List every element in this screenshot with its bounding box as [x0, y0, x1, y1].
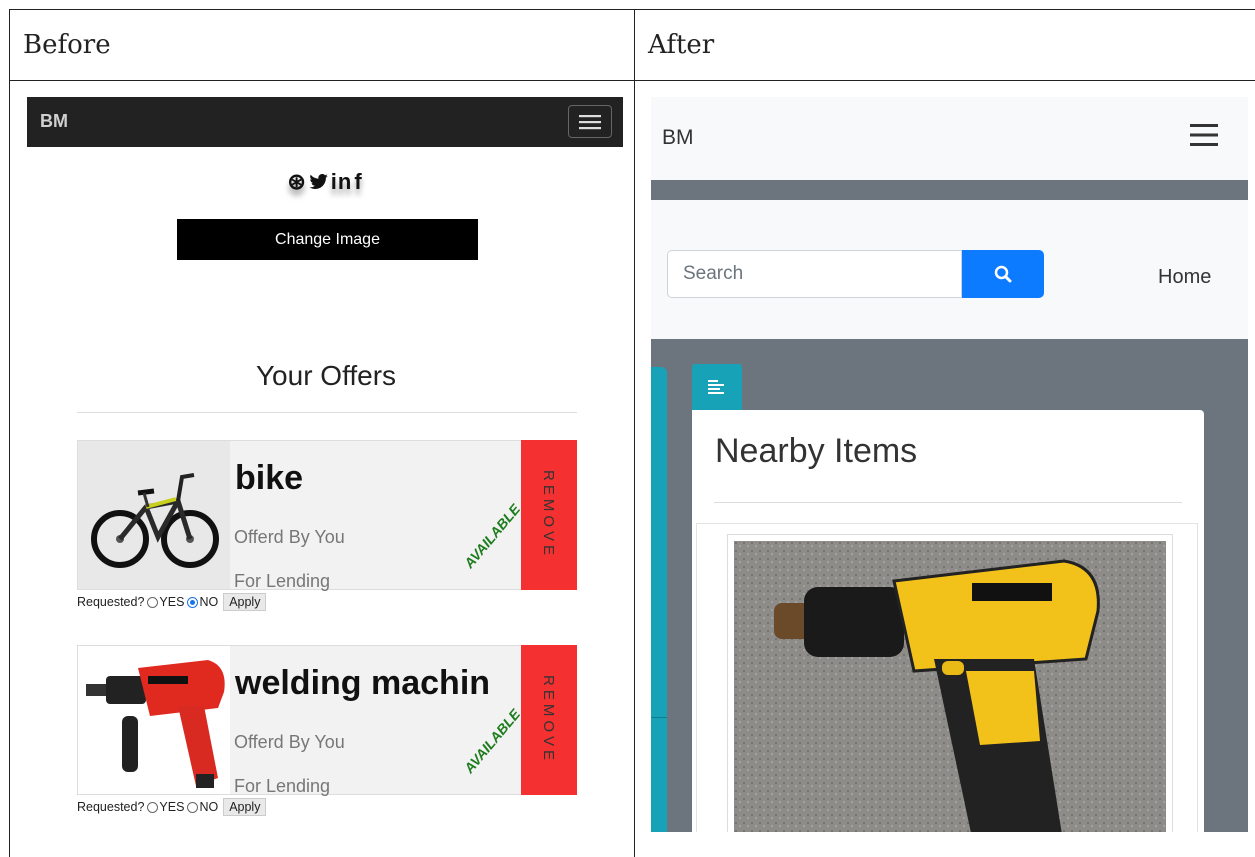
- requested-row: Requested? YES NO Apply: [77, 798, 267, 816]
- remove-button[interactable]: REMOVE: [521, 440, 577, 590]
- no-label: NO: [199, 800, 219, 814]
- offers-title: Your Offers: [255, 360, 397, 391]
- no-radio[interactable]: [187, 596, 199, 608]
- yes-radio[interactable]: [147, 801, 159, 813]
- offer-name: bike: [235, 459, 304, 497]
- yes-radio[interactable]: [147, 596, 159, 608]
- remove-label: REMOVE: [540, 675, 557, 765]
- sidebar-toggle-button[interactable]: [692, 364, 742, 410]
- requested-label: Requested?: [77, 595, 145, 609]
- offer-offered-by: Offerd By You: [234, 732, 345, 752]
- divider: [77, 412, 577, 413]
- status-badge: AVAILABLE: [460, 705, 524, 777]
- drill-image: [78, 646, 230, 794]
- divider: [714, 502, 1182, 503]
- offer-card: bike Offerd By You For Lending AVAILABLE…: [77, 440, 577, 591]
- remove-label: REMOVE: [540, 470, 557, 560]
- navbar-toggler-button[interactable]: [1190, 123, 1218, 152]
- offer-type: For Lending: [234, 571, 331, 591]
- dribbble-icon[interactable]: ⊛: [287, 169, 306, 195]
- twitter-icon[interactable]: [309, 169, 329, 195]
- table-row-divider: [10, 80, 1255, 81]
- offer-name: welding machin: [235, 664, 491, 702]
- apply-button[interactable]: Apply: [223, 593, 267, 611]
- status-badge: AVAILABLE: [460, 500, 524, 572]
- linkedin-icon[interactable]: in: [331, 169, 353, 195]
- item-card[interactable]: [696, 523, 1198, 832]
- no-label: NO: [199, 595, 219, 609]
- separator-strip: [651, 180, 1248, 200]
- table-column-divider: [634, 10, 635, 857]
- offer-type: For Lending: [234, 776, 331, 796]
- navbar: BM: [651, 97, 1248, 180]
- social-links: ⊛ inf: [27, 169, 623, 195]
- before-header: Before: [23, 30, 111, 60]
- item-image: [727, 534, 1173, 832]
- navbar: BM: [27, 97, 623, 147]
- hamburger-icon: [1190, 124, 1218, 146]
- change-image-button[interactable]: Change Image: [177, 219, 478, 260]
- bike-image: [78, 441, 230, 589]
- section-title: Nearby Items: [715, 432, 918, 470]
- after-screenshot: BM Search Home Nearby Items: [651, 97, 1248, 832]
- no-radio[interactable]: [187, 801, 199, 813]
- yes-label: YES: [159, 800, 185, 814]
- hamburger-icon: [579, 114, 601, 129]
- search-input[interactable]: Search: [667, 250, 962, 298]
- facebook-icon[interactable]: f: [354, 169, 362, 195]
- sidebar-edge: [651, 367, 667, 832]
- before-screenshot: BM ⊛ inf Change Image Your Offers bike O…: [27, 97, 623, 857]
- nav-link-home[interactable]: Home: [1158, 266, 1211, 289]
- yes-label: YES: [159, 595, 185, 609]
- drill-photo: [734, 541, 1166, 832]
- navbar-brand[interactable]: BM: [662, 126, 694, 150]
- search-icon: [994, 265, 1012, 283]
- offer-offered-by: Offerd By You: [234, 527, 345, 547]
- nearby-items-card: Nearby Items: [692, 410, 1204, 832]
- requested-row: Requested? YES NO Apply: [77, 593, 267, 611]
- search-button[interactable]: [962, 250, 1044, 298]
- align-left-icon: [708, 380, 724, 394]
- remove-button[interactable]: REMOVE: [521, 645, 577, 795]
- search-bar: Search Home: [651, 200, 1248, 339]
- requested-label: Requested?: [77, 800, 145, 814]
- apply-button[interactable]: Apply: [223, 798, 267, 816]
- navbar-toggler-button[interactable]: [568, 105, 612, 138]
- after-header: After: [648, 30, 715, 60]
- navbar-brand[interactable]: BM: [40, 111, 68, 132]
- offer-card: welding machin Offerd By You For Lending…: [77, 645, 577, 796]
